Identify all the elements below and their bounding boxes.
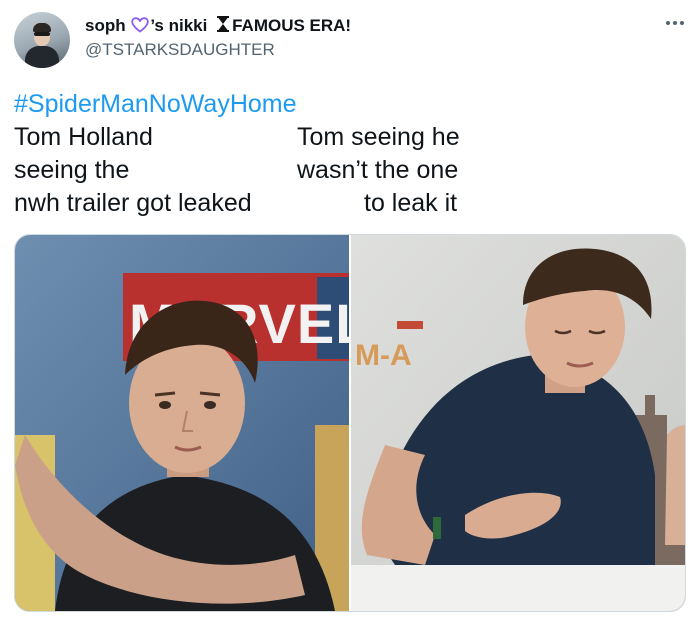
left-caption-line-2: seeing the [14,156,130,184]
right-backdrop-text: M-A [355,339,412,372]
display-name-part1: soph [85,16,126,35]
hashtag-link[interactable]: #SpiderManNoWayHome [14,89,297,119]
left-caption-line-1: Tom Holland [14,123,153,151]
right-caption-line-1: Tom seeing he [297,123,460,151]
display-name-part2: ’s nikki [150,16,208,35]
right-caption-line-2: wasn’t the one [297,156,459,184]
right-caption-line-3: to leak it [364,189,458,217]
purple-heart-icon [131,17,150,39]
right-photo: M-A [351,235,685,611]
more-options-button[interactable] [662,10,688,36]
tweet-media[interactable]: MARVEL S M-A [14,234,686,612]
more-horizontal-icon [666,21,684,25]
display-name-part3: FAMOUS ERA! [232,16,352,35]
avatar[interactable] [14,12,70,68]
user-handle[interactable]: @TSTARKSDAUGHTER [85,40,275,60]
display-name[interactable]: soph ’s nikki FAMOUS ERA! [85,15,351,39]
left-caption-line-3: nwh trailer got leaked [14,189,252,217]
hourglass-icon [216,15,230,39]
